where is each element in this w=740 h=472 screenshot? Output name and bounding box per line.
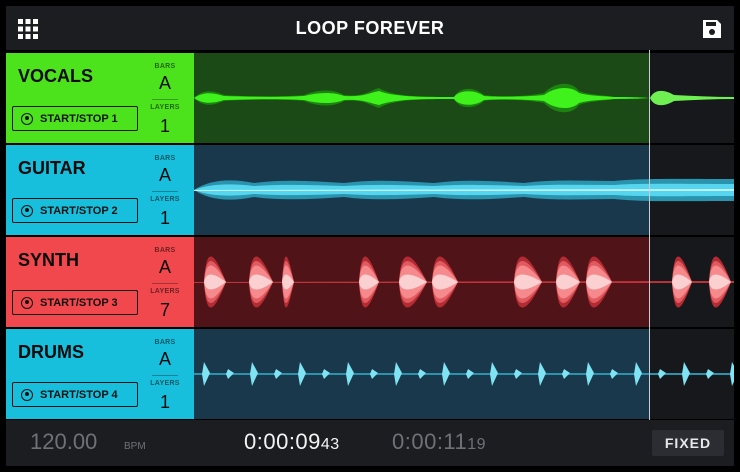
track-label-panel[interactable]: GUITAR BARS A LAYERS 1 START/STOP 2 — [6, 145, 194, 235]
start-stop-label: START/STOP 2 — [40, 204, 118, 217]
start-stop-label: START/STOP 3 — [40, 296, 118, 309]
start-stop-button[interactable]: START/STOP 3 — [12, 290, 138, 315]
target-icon — [21, 388, 33, 401]
layers-label: LAYERS — [150, 196, 180, 203]
track-label-panel[interactable]: SYNTH BARS A LAYERS 7 START/STOP 3 — [6, 237, 194, 327]
layers-value: 1 — [159, 392, 170, 412]
bars-value[interactable]: A — [149, 349, 181, 370]
tempo-value[interactable]: 120.00 — [30, 429, 97, 455]
total-time-ms: 19 — [467, 436, 487, 453]
target-icon — [21, 204, 33, 217]
waveform-area[interactable] — [194, 329, 734, 419]
track-label-panel[interactable]: VOCALS BARS A LAYERS 1 START/STOP 1 — [6, 53, 194, 143]
track-label-panel[interactable]: DRUMS BARS A LAYERS 1 START/STOP 4 — [6, 329, 194, 419]
page-title: LOOP FOREVER — [295, 18, 445, 38]
waveform-area[interactable] — [194, 145, 734, 235]
track-name: DRUMS — [18, 342, 84, 362]
divider — [152, 375, 178, 376]
target-icon — [21, 296, 33, 309]
drum-hit — [658, 369, 666, 379]
bars-value[interactable]: A — [149, 257, 181, 278]
bars-value[interactable]: A — [149, 73, 181, 94]
waveform-area[interactable] — [194, 53, 734, 143]
track-row-vocals: VOCALS BARS A LAYERS 1 START/STOP 1 — [6, 53, 734, 143]
transport-bar: 120.00 BPM 0:00:0943 0:00:1119 FIXED — [6, 420, 734, 466]
playhead[interactable] — [649, 50, 650, 420]
start-stop-button[interactable]: START/STOP 4 — [12, 382, 138, 407]
drum-hit — [730, 362, 734, 386]
current-time-main: 0:00:09 — [244, 429, 321, 454]
layers-label: LAYERS — [150, 380, 180, 387]
save-icon[interactable] — [702, 19, 722, 39]
track-name: VOCALS — [18, 66, 94, 86]
start-stop-button[interactable]: START/STOP 1 — [12, 106, 138, 131]
bars-label: BARS — [154, 155, 176, 162]
layers-label: LAYERS — [150, 288, 180, 295]
track-row-drums: DRUMS BARS A LAYERS 1 START/STOP 4 — [6, 329, 734, 419]
drum-hit — [706, 369, 714, 379]
divider — [152, 283, 178, 284]
total-time: 0:00:1119 — [392, 429, 486, 455]
waveform-area[interactable] — [194, 237, 734, 327]
start-stop-label: START/STOP 4 — [40, 388, 118, 401]
fixed-mode-button[interactable]: FIXED — [652, 430, 724, 456]
total-time-main: 0:00:11 — [392, 429, 468, 454]
bars-label: BARS — [154, 247, 176, 254]
bars-label: BARS — [154, 339, 176, 346]
bars-label: BARS — [154, 63, 176, 70]
header-bar: LOOP FOREVER — [6, 6, 734, 50]
divider — [152, 191, 178, 192]
target-icon — [21, 112, 33, 125]
divider — [152, 99, 178, 100]
start-stop-button[interactable]: START/STOP 2 — [12, 198, 138, 223]
start-stop-label: START/STOP 1 — [40, 112, 118, 125]
track-row-guitar: GUITAR BARS A LAYERS 1 START/STOP 2 — [6, 145, 734, 235]
track-name: GUITAR — [18, 158, 86, 178]
track-row-synth: SYNTH BARS A LAYERS 7 START/STOP 3 — [6, 237, 734, 327]
layers-value: 7 — [159, 300, 170, 320]
layers-value: 1 — [159, 116, 170, 136]
drum-hit — [682, 362, 690, 386]
current-time: 0:00:0943 — [244, 429, 340, 455]
track-name: SYNTH — [18, 250, 80, 270]
layers-value: 1 — [159, 208, 170, 228]
bars-value[interactable]: A — [149, 165, 181, 186]
layers-label: LAYERS — [150, 104, 180, 111]
tempo-unit: BPM — [124, 441, 146, 452]
current-time-ms: 43 — [320, 436, 340, 453]
